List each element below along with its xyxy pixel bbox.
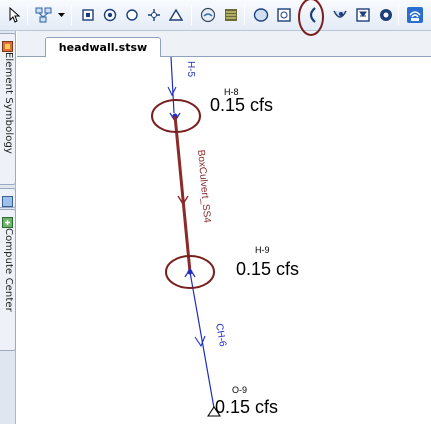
transition-icon[interactable] bbox=[144, 4, 164, 26]
document-tab-strip: headwall.stsw bbox=[17, 31, 431, 58]
channel-ch6[interactable] bbox=[189, 271, 215, 409]
conduit-boxculvert[interactable] bbox=[173, 115, 192, 273]
outfall-icon[interactable] bbox=[166, 4, 186, 26]
compute-center-icon bbox=[2, 213, 13, 228]
catch-basin-icon[interactable] bbox=[78, 4, 98, 26]
drawing-canvas[interactable]: H-5 H-8 0.15 cfs BoxCulvert_SS4 H-9 0.15… bbox=[17, 57, 431, 424]
conduit-h5[interactable] bbox=[170, 57, 175, 114]
catchment-icon[interactable] bbox=[221, 4, 241, 26]
flow-value-h8: 0.15 cfs bbox=[210, 95, 273, 115]
flow-arrow-ch6 bbox=[194, 335, 206, 348]
tab-pane-icon[interactable] bbox=[0, 188, 16, 208]
cross-section-icon[interactable] bbox=[274, 4, 294, 26]
select-arrow-icon[interactable] bbox=[4, 4, 24, 26]
channel-icon[interactable] bbox=[330, 4, 350, 26]
flow-value-h9: 0.15 cfs bbox=[236, 259, 299, 279]
pond-icon[interactable] bbox=[198, 4, 218, 26]
left-dock-panel: Element Symbology Compute Center bbox=[0, 31, 16, 424]
wireless-icon[interactable] bbox=[405, 4, 425, 26]
pipe-icon[interactable] bbox=[376, 4, 396, 26]
channel-label-ch6: CH-6 bbox=[213, 323, 228, 348]
conduit-label-boxculvert: BoxCulvert_SS4 bbox=[195, 149, 212, 223]
node-label-h9: H-9 bbox=[255, 245, 270, 255]
pond-outlet-icon[interactable] bbox=[251, 4, 271, 26]
panel-icon bbox=[2, 192, 13, 207]
tab-headwall-document[interactable]: headwall.stsw bbox=[45, 37, 161, 58]
flow-arrow-h5 bbox=[167, 86, 177, 97]
manhole-icon[interactable] bbox=[100, 4, 120, 26]
conduit-label-h5: H-5 bbox=[185, 61, 196, 78]
app-window: Element Symbology Compute Center headwal… bbox=[0, 0, 431, 424]
dropdown-arrow-icon[interactable] bbox=[56, 4, 66, 26]
spillway-icon[interactable] bbox=[353, 4, 373, 26]
compute-center-label: Compute Center bbox=[3, 228, 14, 312]
tab-element-symbology[interactable]: Element Symbology bbox=[0, 33, 16, 185]
layout-tool-icon[interactable] bbox=[33, 4, 55, 26]
flow-value-o9: 0.15 cfs bbox=[215, 397, 278, 417]
node-label-o9: O-9 bbox=[232, 385, 247, 395]
layout-toolbar bbox=[0, 0, 431, 31]
headwall-icon[interactable] bbox=[302, 4, 322, 26]
tab-compute-center[interactable]: Compute Center bbox=[0, 209, 16, 351]
junction-icon[interactable] bbox=[122, 4, 142, 26]
element-symbology-label: Element Symbology bbox=[3, 52, 14, 154]
element-symbology-icon bbox=[2, 37, 13, 52]
